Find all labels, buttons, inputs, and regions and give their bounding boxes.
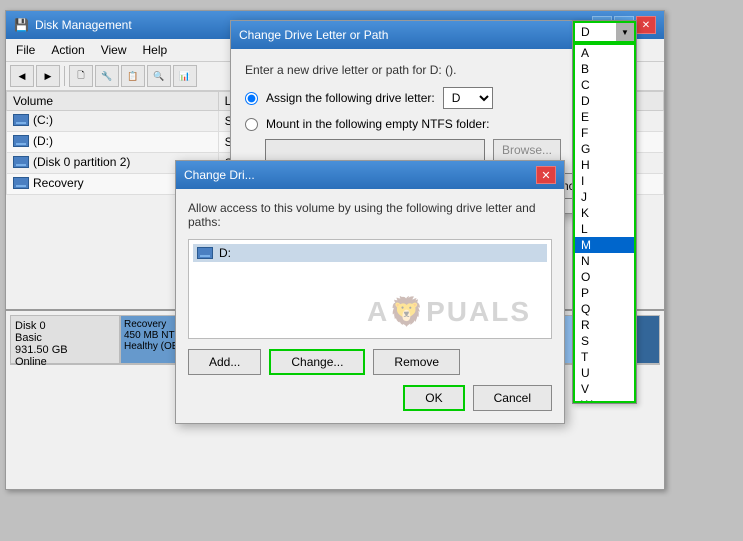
dropdown-item-J[interactable]: J [575, 189, 634, 205]
drive-image [13, 156, 29, 168]
dropdown-item-H[interactable]: H [575, 157, 634, 173]
dropdown-panel: D ▼ ABCDEFGHIJKLMNOPQRSTUVWXYZ [572, 20, 637, 404]
assign-letter-label: Assign the following drive letter: [266, 91, 435, 105]
dialog2-title: Change Dri... [184, 168, 255, 182]
drive-icon: (Disk 0 partition 2) [13, 155, 130, 169]
ntfs-input-row: Browse... [265, 139, 605, 161]
dropdown-item-I[interactable]: I [575, 173, 634, 189]
dropdown-item-F[interactable]: F [575, 125, 634, 141]
paths-list-item[interactable]: D: [193, 244, 547, 262]
row-volume: (D:) [7, 132, 219, 153]
dropdown-item-N[interactable]: N [575, 253, 634, 269]
remove-button[interactable]: Remove [373, 349, 460, 375]
dialog-title: Change Drive Letter or Path [239, 28, 388, 42]
dropdown-header: D ▼ [573, 21, 636, 43]
drive-icon: (D:) [13, 134, 53, 148]
toolbar-btn-1[interactable]: 🗋 [69, 65, 93, 87]
close-button[interactable]: ✕ [636, 16, 656, 34]
app-title: Disk Management [35, 18, 132, 32]
dropdown-item-E[interactable]: E [575, 109, 634, 125]
dropdown-item-K[interactable]: K [575, 205, 634, 221]
toolbar-separator [64, 66, 65, 86]
radio-group: Assign the following drive letter: D Mou… [245, 87, 605, 161]
dropdown-item-G[interactable]: G [575, 141, 634, 157]
col-volume: Volume [7, 92, 219, 111]
action-buttons: Add... Change... Remove [188, 349, 552, 375]
drive-image [13, 114, 29, 126]
title-bar-left: 💾 Disk Management [14, 18, 132, 32]
toolbar-btn-5[interactable]: 📊 [173, 65, 197, 87]
dropdown-item-C[interactable]: C [575, 77, 634, 93]
radio-row-2: Mount in the following empty NTFS folder… [245, 117, 605, 131]
toolbar-btn-4[interactable]: 🔍 [147, 65, 171, 87]
dropdown-item-O[interactable]: O [575, 269, 634, 285]
appuals-watermark: A🦁PUALS [367, 295, 531, 328]
browse-button[interactable]: Browse... [493, 139, 561, 161]
menu-action[interactable]: Action [45, 41, 90, 59]
dialog2-content: Allow access to this volume by using the… [176, 189, 564, 423]
dropdown-item-L[interactable]: L [575, 221, 634, 237]
dropdown-item-D[interactable]: D [575, 93, 634, 109]
toolbar-btn-3[interactable]: 📋 [121, 65, 145, 87]
disk-type: Basic [15, 332, 115, 344]
dialog2-title-bar: Change Dri... ✕ [176, 161, 564, 189]
dropdown-item-M[interactable]: M [575, 237, 634, 253]
paths-list: D: A🦁PUALS [188, 239, 552, 339]
menu-help[interactable]: Help [137, 41, 174, 59]
change-paths-dialog: Change Dri... ✕ Allow access to this vol… [175, 160, 565, 424]
row-volume: (C:) [7, 111, 219, 132]
menu-file[interactable]: File [10, 41, 41, 59]
disk-label: Disk 0 Basic 931.50 GB Online [10, 315, 120, 364]
dropdown-arrow[interactable]: ▼ [616, 23, 634, 41]
path-drive-icon [197, 247, 213, 259]
menu-view[interactable]: View [95, 41, 133, 59]
dropdown-item-R[interactable]: R [575, 317, 634, 333]
dropdown-item-Q[interactable]: Q [575, 301, 634, 317]
dropdown-item-B[interactable]: B [575, 61, 634, 77]
back-button[interactable]: ◀ [10, 65, 34, 87]
dropdown-list: ABCDEFGHIJKLMNOPQRSTUVWXYZ [573, 43, 636, 403]
dialog2-close-button[interactable]: ✕ [536, 166, 556, 184]
dialog2-ok-cancel: OK Cancel [188, 385, 552, 411]
dialog-title-bar: Change Drive Letter or Path ✕ [231, 21, 619, 49]
drive-image [13, 135, 29, 147]
change-button[interactable]: Change... [269, 349, 365, 375]
disk-status: Online [15, 356, 115, 368]
ntfs-folder-input[interactable] [265, 139, 485, 161]
dropdown-item-T[interactable]: T [575, 349, 634, 365]
drive-icon: Recovery [13, 176, 84, 190]
drive-letter-select[interactable]: D [443, 87, 493, 109]
mount-ntfs-label: Mount in the following empty NTFS folder… [266, 117, 489, 131]
mount-ntfs-radio[interactable] [245, 118, 258, 131]
dialog2-description: Allow access to this volume by using the… [188, 201, 552, 229]
radio-row-1: Assign the following drive letter: D [245, 87, 605, 109]
disk-size: 931.50 GB [15, 344, 115, 356]
dropdown-item-U[interactable]: U [575, 365, 634, 381]
dropdown-item-P[interactable]: P [575, 285, 634, 301]
app-icon: 💾 [14, 18, 29, 32]
path-item-label: D: [219, 246, 231, 260]
dropdown-item-A[interactable]: A [575, 45, 634, 61]
drive-icon: (C:) [13, 113, 53, 127]
add-button[interactable]: Add... [188, 349, 261, 375]
drive-image [13, 177, 29, 189]
dropdown-item-V[interactable]: V [575, 381, 634, 397]
disk-name: Disk 0 [15, 320, 115, 332]
dropdown-item-W[interactable]: W [575, 397, 634, 403]
forward-button[interactable]: ▶ [36, 65, 60, 87]
dropdown-current-value: D [575, 23, 616, 41]
assign-letter-radio[interactable] [245, 92, 258, 105]
toolbar-btn-2[interactable]: 🔧 [95, 65, 119, 87]
dialog-description: Enter a new drive letter or path for D: … [245, 63, 605, 77]
dialog2-cancel-button[interactable]: Cancel [473, 385, 552, 411]
dropdown-item-S[interactable]: S [575, 333, 634, 349]
dialog2-ok-button[interactable]: OK [403, 385, 464, 411]
